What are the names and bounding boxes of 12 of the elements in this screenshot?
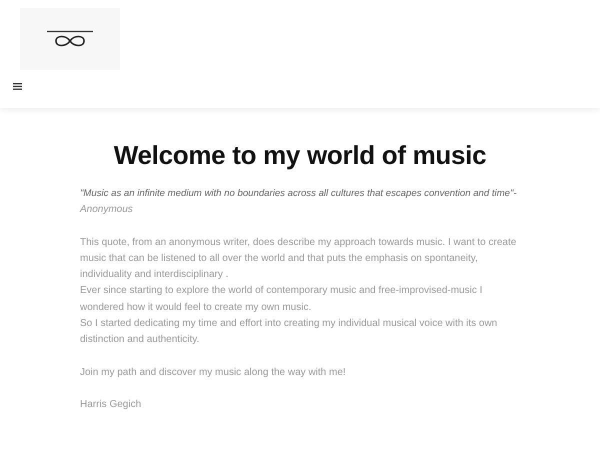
quote-author: Anonymous — [80, 203, 133, 218]
quote-text: "Music as an infinite medium with no boundaries across all cultures that escapes convention and time"- — [80, 187, 517, 201]
body-text: Join my path and discover my music along the way with me! — [80, 366, 347, 380]
body-text: Ever since starting to explore the world of contemporary music and free-improvised-music I wondered how it would feel to create my own music. — [80, 284, 484, 315]
page-title: Welcome to my world of music — [114, 139, 486, 172]
body-text: So I started dedicating my time and effort into creating my individual musical voice with its own distinction and authenticity. — [80, 317, 498, 348]
body-text: Harris Gegich — [80, 398, 142, 412]
logo[interactable] — [20, 8, 120, 70]
infinity-logo-icon — [46, 30, 94, 48]
menu-button[interactable] — [13, 81, 23, 91]
body-text: This quote, from an anonymous writer, does describe my approach towards music. I want to create music that can be listened to all over the world and that puts the emphasis on spontaneity, individuality and interdisciplinary . — [80, 236, 518, 282]
menu-icon — [13, 82, 22, 90]
